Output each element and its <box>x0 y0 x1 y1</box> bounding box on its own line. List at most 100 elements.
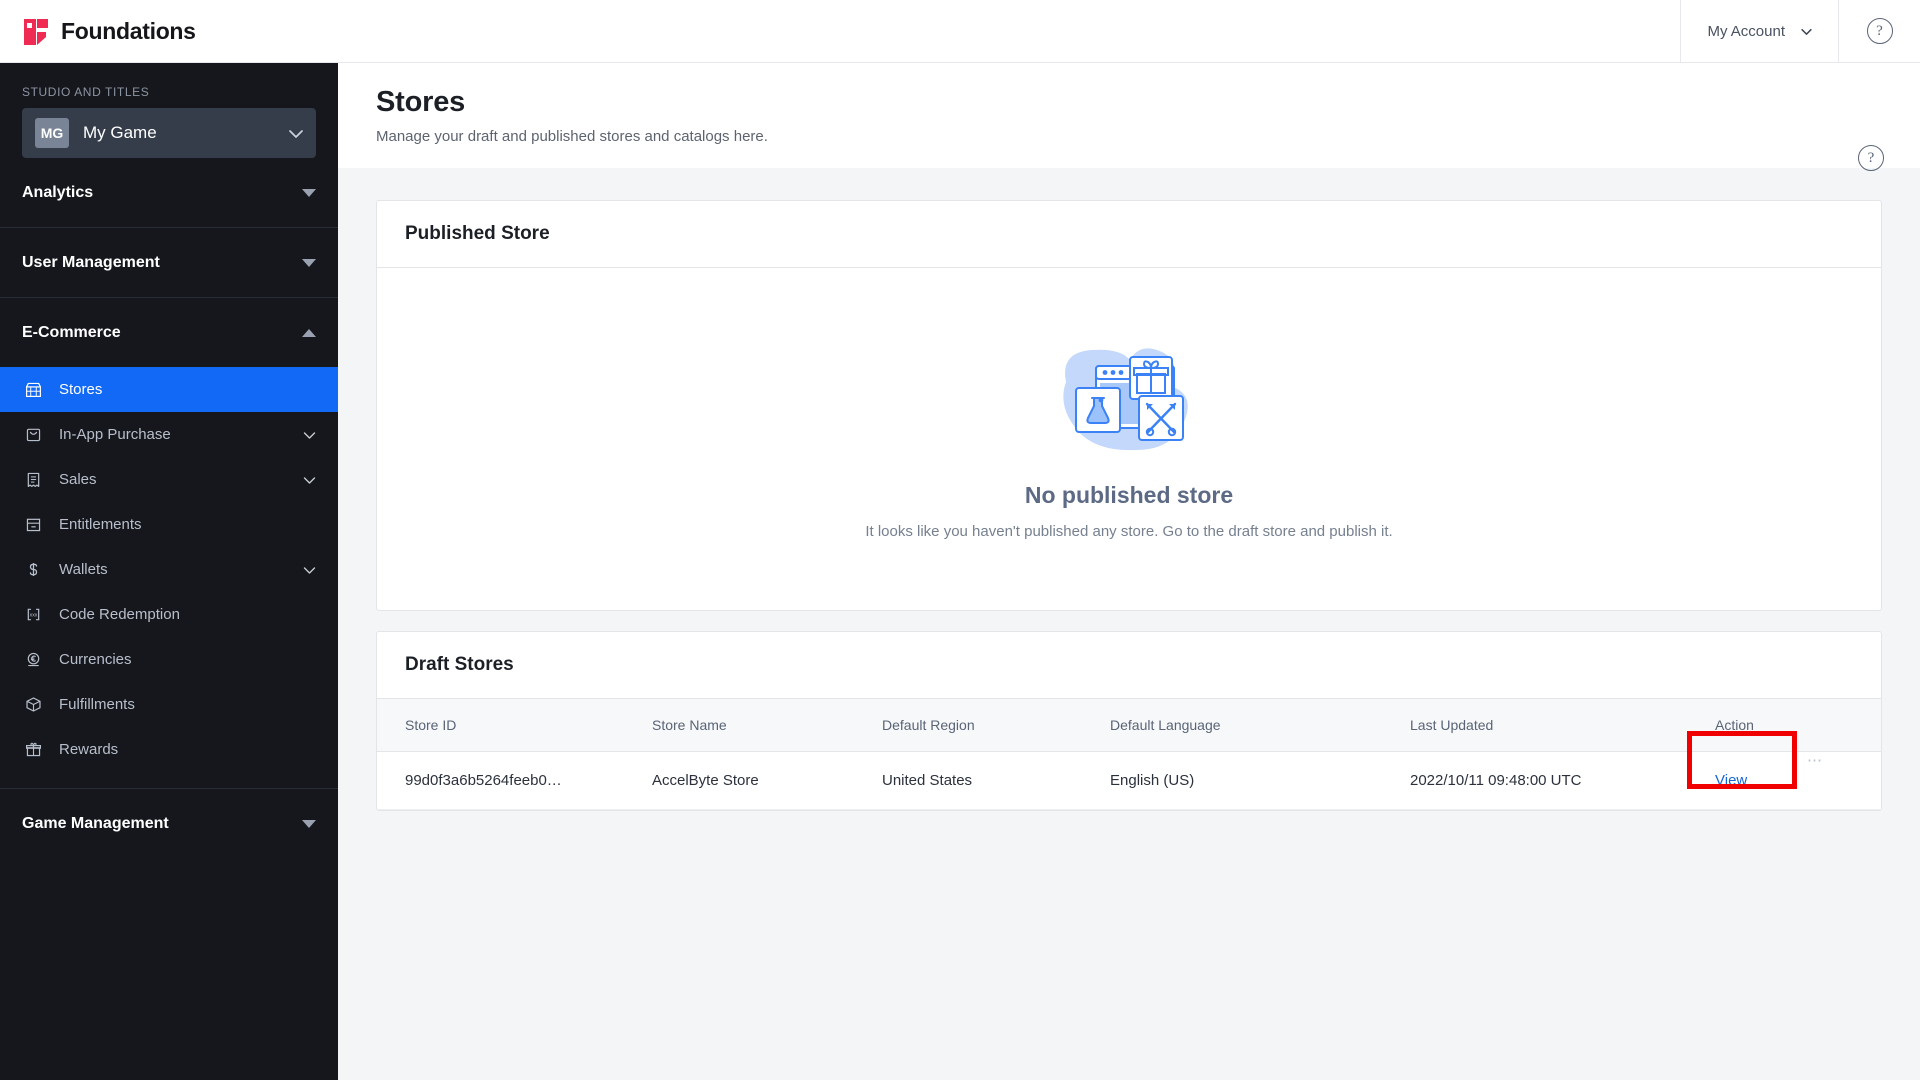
cell-action: View ⋯ <box>1687 731 1881 810</box>
table-body: 99d0f3a6b5264feeb0… AccelByte Store Unit… <box>377 731 1881 810</box>
triangle-up-icon <box>302 328 316 337</box>
brand-logo-area[interactable]: Foundations <box>0 0 338 62</box>
game-name-label: My Game <box>83 123 157 142</box>
chevron-down-icon <box>303 566 316 574</box>
sidebar-section-header-user-management[interactable]: User Management <box>0 228 338 297</box>
receipt-icon <box>22 469 44 491</box>
row-overflow-menu-icon[interactable]: ⋯ <box>1807 751 1823 769</box>
sidebar-section-ecommerce: E-Commerce Stores In-App Purchase Sales … <box>0 298 338 789</box>
page-subtitle: Manage your draft and published stores a… <box>376 128 768 145</box>
column-header-last-updated: Last Updated <box>1410 699 1715 752</box>
sidebar-item-currencies[interactable]: Currencies <box>0 637 338 682</box>
sidebar-section-header-analytics[interactable]: Analytics <box>0 158 338 227</box>
help-button-page[interactable]: ? <box>1858 145 1884 171</box>
entitlement-box-icon <box>22 514 44 536</box>
sidebar-item-wallets[interactable]: Wallets <box>0 547 338 592</box>
code-brackets-icon: xxx <box>22 604 44 626</box>
draft-stores-card-title: Draft Stores <box>377 632 1881 699</box>
cell-store-id: 99d0f3a6b5264feeb0… <box>377 751 652 810</box>
top-bar: Foundations My Account ? <box>0 0 1920 63</box>
my-account-menu[interactable]: My Account <box>1680 0 1838 62</box>
sidebar-item-label: Sales <box>59 471 97 488</box>
column-header-default-region: Default Region <box>882 699 1110 752</box>
sidebar-section-title: Game Management <box>22 814 169 832</box>
sidebar-section-analytics: Analytics <box>0 158 338 228</box>
game-initials-badge: MG <box>35 118 69 148</box>
chevron-down-icon <box>1801 28 1812 35</box>
column-header-default-language: Default Language <box>1110 699 1410 752</box>
help-button-topbar[interactable]: ? <box>1838 0 1920 62</box>
view-link[interactable]: View <box>1715 772 1747 789</box>
triangle-down-icon <box>302 188 316 197</box>
sidebar-section-title: Analytics <box>22 183 94 201</box>
sidebar-item-entitlements[interactable]: Entitlements <box>0 502 338 547</box>
sidebar-section-title: E-Commerce <box>22 323 121 341</box>
published-store-card: Published Store No published store It lo… <box>376 200 1882 611</box>
sidebar-item-fulfillments[interactable]: Fulfillments <box>0 682 338 727</box>
column-header-action: Action <box>1715 699 1881 752</box>
cell-store-name: AccelByte Store <box>652 751 882 810</box>
column-header-store-name: Store Name <box>652 699 882 752</box>
coin-euro-icon <box>22 649 44 671</box>
brand-name: Foundations <box>61 17 196 44</box>
app-root: Foundations My Account ? STUDIO AND TITL… <box>0 0 1920 1080</box>
sidebar-section-game-management: Game Management <box>0 789 338 858</box>
content-area: Published Store No published store It lo… <box>338 168 1920 811</box>
my-account-label: My Account <box>1707 22 1785 40</box>
main-content: Stores Manage your draft and published s… <box>338 63 1920 1080</box>
sidebar-item-label: In-App Purchase <box>59 426 171 443</box>
sidebar-item-stores[interactable]: Stores <box>0 367 338 412</box>
sidebar-ecommerce-items: Stores In-App Purchase Sales Entitlement… <box>0 367 338 788</box>
sidebar-section-title: User Management <box>22 253 160 271</box>
sidebar-section-user-management: User Management <box>0 228 338 298</box>
sidebar-item-rewards[interactable]: Rewards <box>0 727 338 772</box>
sidebar-item-label: Stores <box>59 381 103 398</box>
game-selector[interactable]: MG My Game <box>22 108 316 158</box>
sidebar: STUDIO AND TITLES MG My Game Analytics U… <box>0 63 338 1080</box>
table-header-row: Store ID Store Name Default Region Defau… <box>377 699 1881 752</box>
storefront-icon <box>22 379 44 401</box>
sidebar-item-sales[interactable]: Sales <box>0 457 338 502</box>
table-row[interactable]: 99d0f3a6b5264feeb0… AccelByte Store Unit… <box>377 731 1881 810</box>
store-catalog-illustration <box>1063 348 1188 451</box>
empty-state-title: No published store <box>1024 482 1234 508</box>
question-circle-icon: ? <box>1866 18 1893 44</box>
dollar-sign-icon <box>22 559 44 581</box>
sidebar-item-label: Currencies <box>59 651 132 668</box>
gift-icon <box>22 739 44 761</box>
triangle-down-icon <box>302 819 316 828</box>
cell-default-language: English (US) <box>1110 751 1410 810</box>
chevron-down-icon <box>303 431 316 439</box>
sidebar-item-label: Rewards <box>59 741 119 758</box>
body-wrapper: STUDIO AND TITLES MG My Game Analytics U… <box>0 63 1920 1080</box>
sidebar-item-label: Fulfillments <box>59 696 135 713</box>
empty-state-description: It looks like you haven't published any … <box>865 523 1393 540</box>
sidebar-item-in-app-purchase[interactable]: In-App Purchase <box>0 412 338 457</box>
page-title: Stores <box>376 86 466 118</box>
triangle-down-icon <box>302 258 316 267</box>
table-head: Store ID Store Name Default Region Defau… <box>377 699 1881 752</box>
sidebar-item-label: Code Redemption <box>59 606 180 623</box>
draft-stores-table: Store ID Store Name Default Region Defau… <box>377 699 1881 810</box>
cell-default-region: United States <box>882 751 1110 810</box>
package-box-icon <box>22 694 44 716</box>
sidebar-item-label: Wallets <box>59 561 108 578</box>
chevron-down-icon <box>289 129 303 138</box>
sidebar-item-label: Entitlements <box>59 516 142 533</box>
column-header-store-id: Store ID <box>377 699 652 752</box>
svg-text:xxx: xxx <box>29 612 37 618</box>
sidebar-section-header-game-management[interactable]: Game Management <box>0 789 338 858</box>
published-store-card-title: Published Store <box>377 201 1881 268</box>
page-header: Stores Manage your draft and published s… <box>338 63 1920 171</box>
chevron-down-icon <box>303 476 316 484</box>
studio-and-titles-label: STUDIO AND TITLES <box>22 85 150 99</box>
published-store-empty-state: No published store It looks like you hav… <box>377 268 1881 610</box>
shopping-bag-icon <box>22 424 44 446</box>
foundations-logo-icon <box>24 19 48 45</box>
sidebar-section-header-ecommerce[interactable]: E-Commerce <box>0 298 338 367</box>
cell-last-updated: 2022/10/11 09:48:00 UTC <box>1410 751 1715 810</box>
question-circle-icon: ? <box>1858 145 1884 171</box>
sidebar-item-code-redemption[interactable]: xxx Code Redemption <box>0 592 338 637</box>
draft-stores-card: Draft Stores Store ID Store Name Default… <box>376 631 1882 811</box>
